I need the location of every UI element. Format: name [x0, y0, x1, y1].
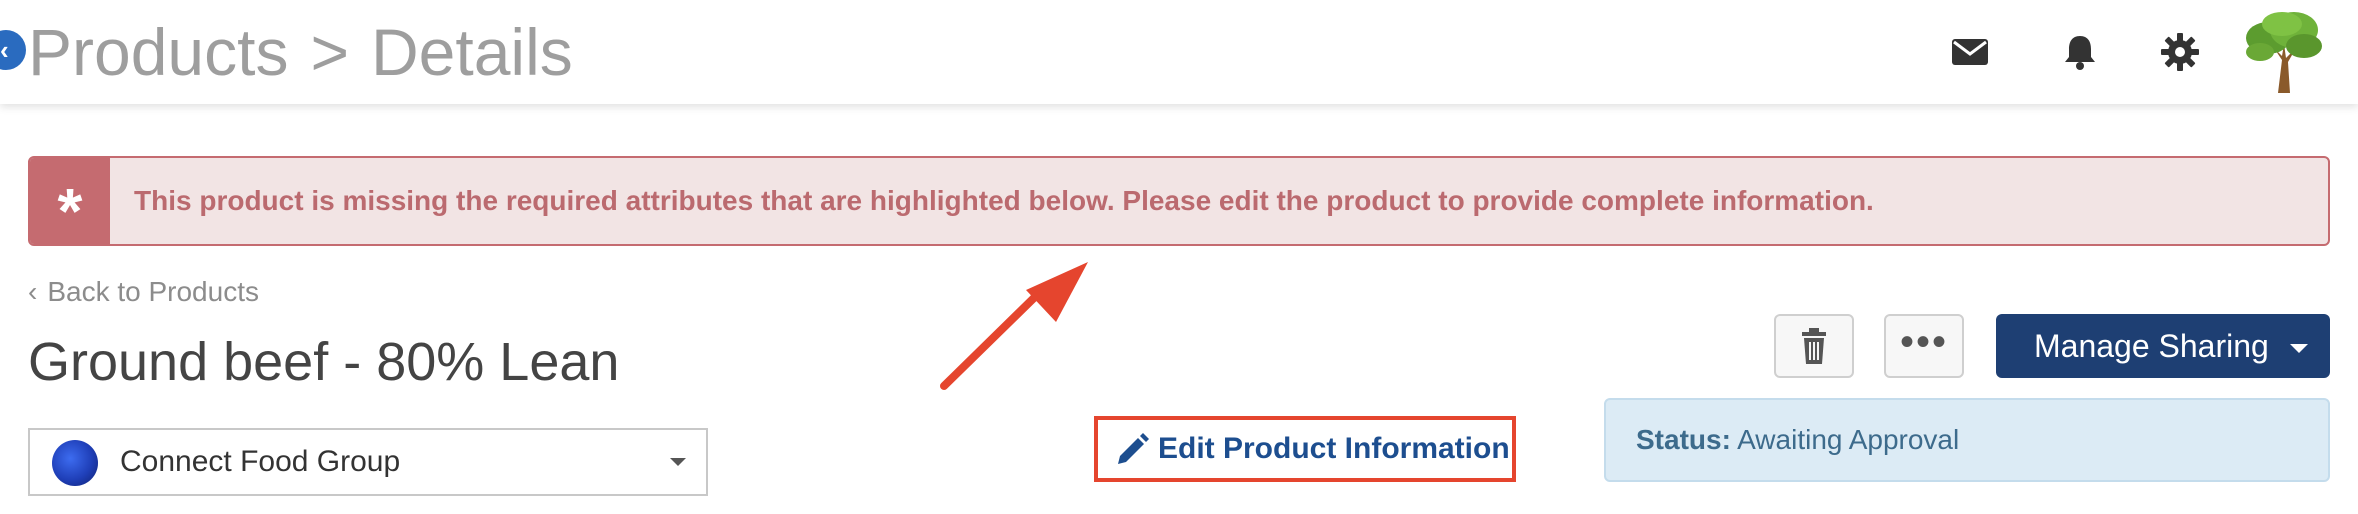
status-value: Awaiting Approval [1737, 424, 1960, 455]
back-link-label: Back to Products [47, 276, 259, 307]
trash-icon [1802, 328, 1826, 364]
status-key: Status: [1636, 424, 1731, 455]
edit-product-information-button[interactable]: Edit Product Information [1094, 416, 1516, 482]
chevron-left-icon: ‹ [0, 35, 9, 65]
status-text: Status: Awaiting Approval [1636, 400, 1959, 480]
group-select-value: Connect Food Group [120, 445, 401, 478]
product-title: Ground beef - 80% Lean [28, 332, 620, 392]
chevron-left-icon: ‹ [28, 276, 38, 307]
breadcrumb-current: Details [371, 15, 573, 89]
back-circle-button[interactable]: ‹ [0, 30, 26, 70]
caret-down-icon [2290, 344, 2308, 353]
avatar[interactable] [2238, 8, 2328, 98]
back-to-products-link[interactable]: ‹ Back to Products [28, 272, 259, 312]
pencil-icon [1118, 433, 1149, 464]
breadcrumb-separator: > [310, 15, 350, 89]
annotation-arrow-icon [940, 262, 1088, 390]
group-logo [52, 440, 98, 486]
status-box: Status: Awaiting Approval [1604, 398, 2330, 482]
alert-message: This product is missing the required att… [134, 185, 1874, 216]
more-dots-icon: ••• [1899, 320, 1948, 364]
gear-icon[interactable] [2158, 30, 2202, 74]
breadcrumb-parent[interactable]: Products [28, 15, 288, 89]
manage-sharing-button[interactable]: Manage Sharing [1996, 314, 2330, 378]
edit-button-label: Edit Product Information [1158, 432, 1510, 465]
envelope-icon[interactable] [1948, 30, 1992, 74]
breadcrumb: Products > Details [28, 12, 573, 92]
manage-sharing-label: Manage Sharing [2034, 328, 2269, 364]
delete-button[interactable] [1774, 314, 1854, 378]
caret-down-icon [670, 458, 686, 466]
top-bar: ‹ Products > Details [0, 0, 2358, 104]
group-select-dropdown[interactable]: Connect Food Group [28, 428, 708, 496]
missing-attributes-alert: * This product is missing the required a… [28, 156, 2330, 246]
bell-icon[interactable] [2058, 30, 2102, 74]
asterisk-icon: * [30, 158, 110, 244]
more-options-button[interactable]: ••• [1884, 314, 1964, 378]
